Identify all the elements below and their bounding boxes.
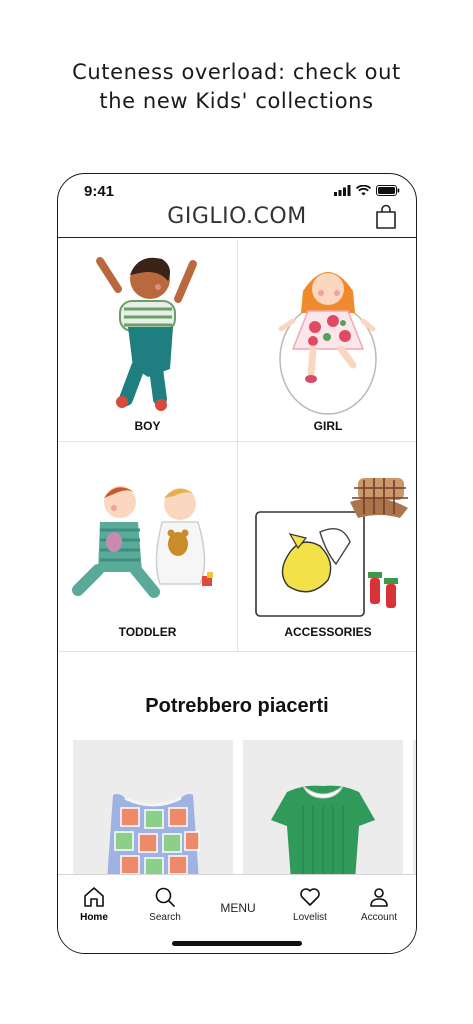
green-knit-romper-image xyxy=(271,785,375,880)
tab-search[interactable]: Search xyxy=(129,885,201,923)
tab-account-label: Account xyxy=(360,912,398,923)
category-label-boy: BOY xyxy=(134,419,161,433)
phone-frame: 9:41 GIGLIO.COM BOY GIRL TODDLER ACCESSO… xyxy=(57,173,417,954)
app-header: GIGLIO.COM xyxy=(58,202,416,238)
headline-line-2: the new Kids' collections xyxy=(99,89,374,113)
tab-home-label: Home xyxy=(80,912,108,923)
category-girl[interactable]: GIRL xyxy=(238,239,416,442)
search-icon xyxy=(155,887,175,907)
product-card[interactable] xyxy=(413,740,416,880)
home-icon xyxy=(84,887,104,907)
category-label-toddler: TODDLER xyxy=(118,625,177,639)
promo-headline: Cuteness overload: check out the new Kid… xyxy=(0,58,473,116)
category-label-girl: GIRL xyxy=(313,419,343,433)
tab-account[interactable]: Account xyxy=(343,885,415,923)
battery-icon xyxy=(376,185,400,196)
category-accessories[interactable]: ACCESSORIES xyxy=(238,442,416,652)
tab-home[interactable]: Home xyxy=(58,885,130,923)
site-logo[interactable]: GIGLIO.COM xyxy=(58,204,416,229)
boy-illustration xyxy=(96,257,197,411)
tab-lovelist[interactable]: Lovelist xyxy=(274,885,346,923)
category-grid: BOY GIRL TODDLER ACCESSORIES xyxy=(58,239,416,652)
product-card[interactable] xyxy=(73,740,233,880)
heart-icon xyxy=(300,888,320,906)
wifi-icon xyxy=(356,185,371,196)
recommendations-title: Potrebbero piacerti xyxy=(145,695,329,717)
category-toddler[interactable]: TODDLER xyxy=(58,442,238,652)
shopping-bag-icon[interactable] xyxy=(374,204,398,230)
tab-menu[interactable]: MENU xyxy=(202,901,274,915)
category-label-accessories: ACCESSORIES xyxy=(284,625,372,639)
headline-line-1: Cuteness overload: check out xyxy=(72,60,401,84)
signal-icon xyxy=(334,185,351,196)
home-indicator xyxy=(172,941,302,946)
toddler-illustration xyxy=(72,486,213,598)
product-card[interactable] xyxy=(243,740,403,880)
status-time: 9:41 xyxy=(84,183,115,200)
crochet-vest-image xyxy=(107,794,200,880)
accessories-illustration xyxy=(255,478,408,617)
person-icon xyxy=(370,888,388,907)
bottom-tab-bar: Home Search MENU Lovelist Account xyxy=(58,874,416,953)
product-carousel[interactable] xyxy=(73,740,416,880)
category-boy[interactable]: BOY xyxy=(58,239,238,442)
tab-lovelist-label: Lovelist xyxy=(293,912,327,923)
girl-illustration xyxy=(278,272,377,415)
tab-search-label: Search xyxy=(149,912,181,923)
